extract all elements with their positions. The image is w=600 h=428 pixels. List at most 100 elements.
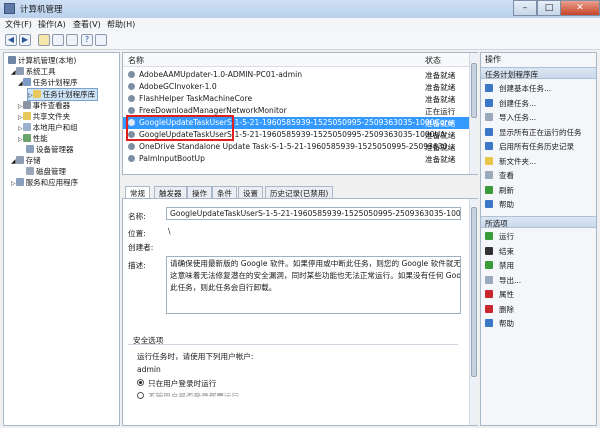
name-field[interactable]: GoogleUpdateTaskUserS-1-5-21-1960585939-… bbox=[166, 207, 461, 220]
detail-scrollbar[interactable] bbox=[469, 199, 478, 425]
task-list-header: 名称 状态 bbox=[123, 53, 469, 67]
minimize-button[interactable]: – bbox=[513, 0, 537, 16]
tab-history[interactable]: 历史记录(已禁用) bbox=[265, 186, 334, 198]
help-toolbar-icon[interactable]: ? bbox=[81, 34, 93, 46]
scrollbar-thumb[interactable] bbox=[471, 63, 477, 118]
column-status-header[interactable]: 状态 bbox=[425, 55, 441, 66]
action-import-task[interactable]: 导入任务... bbox=[481, 112, 536, 123]
task-row[interactable]: FlashHelper TaskMachineCore 准备就绪 bbox=[123, 93, 477, 105]
maximize-button[interactable]: □ bbox=[537, 0, 561, 16]
toolbar: ◀ ▶ ? bbox=[0, 32, 600, 50]
task-row[interactable]: PalmInputBootUp 准备就绪 bbox=[123, 153, 477, 165]
action-label: 新文件夹... bbox=[499, 156, 537, 166]
menu-action[interactable]: 操作(A) bbox=[38, 19, 66, 30]
action-create-basic-task[interactable]: 创建基本任务... bbox=[481, 83, 551, 94]
action-create-task[interactable]: 创建任务... bbox=[481, 98, 536, 109]
action-refresh[interactable]: 刷新 bbox=[481, 185, 514, 196]
action-label: 查看 bbox=[499, 171, 514, 180]
app-icon bbox=[4, 3, 15, 14]
task-row[interactable]: AdobeGCInvoker-1.0 准备就绪 bbox=[123, 81, 477, 93]
show-action-pane-icon[interactable] bbox=[95, 34, 107, 46]
tree-item-computer-management[interactable]: 计算机管理(本地) bbox=[8, 55, 76, 66]
tree-item-task-scheduler[interactable]: ◢ 任务计划程序 bbox=[18, 77, 78, 88]
history-icon bbox=[485, 142, 493, 150]
menu-help[interactable]: 帮助(H) bbox=[107, 19, 135, 30]
tree-item-storage[interactable]: ◢ 存储 bbox=[11, 155, 41, 166]
action-properties[interactable]: 属性 bbox=[481, 289, 514, 300]
action-label: 显示所有正在运行的任务 bbox=[499, 127, 582, 137]
computer-icon bbox=[8, 56, 16, 64]
folder-icon bbox=[32, 90, 41, 98]
action-label: 帮助 bbox=[499, 200, 514, 209]
action-disable[interactable]: 禁用 bbox=[481, 260, 514, 271]
export-icon bbox=[485, 275, 493, 284]
radio-whether-logged-on-label: 不管用户是否登录都要运行 bbox=[148, 392, 240, 401]
author-label: 创建者: bbox=[128, 243, 154, 252]
action-label: 帮助 bbox=[499, 319, 514, 328]
tree-item-performance[interactable]: ▷ 性能 bbox=[18, 133, 48, 144]
action-end[interactable]: 结束 bbox=[481, 246, 514, 257]
tab-actions[interactable]: 操作 bbox=[187, 186, 212, 198]
tab-conditions[interactable]: 条件 bbox=[212, 186, 237, 198]
action-new-folder[interactable]: 新文件夹... bbox=[481, 156, 536, 167]
action-help[interactable]: 帮助 bbox=[481, 318, 514, 329]
run-icon bbox=[485, 232, 493, 240]
import-task-icon bbox=[485, 113, 493, 121]
task-row[interactable]: AdobeAAMUpdater-1.0-ADMIN-PC01-admin 准备就绪 bbox=[123, 69, 477, 81]
tree-item-device-manager[interactable]: 设备管理器 bbox=[26, 144, 74, 155]
task-icon bbox=[128, 143, 135, 150]
run-as-label: 运行任务时，请使用下列用户帐户: bbox=[137, 352, 254, 361]
tab-settings[interactable]: 设置 bbox=[238, 186, 263, 198]
forward-icon[interactable]: ▶ bbox=[19, 34, 31, 46]
tree-item-disk-management[interactable]: 磁盘管理 bbox=[26, 166, 66, 177]
tree-item-shared-folders[interactable]: ▷ 共享文件夹 bbox=[18, 111, 70, 122]
radio-whether-logged-on[interactable] bbox=[137, 392, 144, 399]
refresh-icon bbox=[485, 185, 493, 194]
event-viewer-icon bbox=[22, 101, 31, 109]
tree-item-services-apps[interactable]: ▷ 服务和应用程序 bbox=[11, 177, 78, 188]
task-icon bbox=[128, 71, 135, 78]
scrollbar-thumb[interactable] bbox=[471, 207, 477, 377]
action-export[interactable]: 导出... bbox=[481, 275, 521, 286]
show-hide-tree-icon[interactable] bbox=[52, 34, 64, 46]
menu-view[interactable]: 查看(V) bbox=[73, 19, 101, 30]
running-tasks-icon bbox=[485, 127, 493, 136]
back-icon[interactable]: ◀ bbox=[5, 34, 17, 46]
navigation-tree: 计算机管理(本地) ◢ 系统工具 ◢ 任务计划程序 ▷ 任务计划程序库 ▷ 事件查看器 … bbox=[3, 52, 120, 426]
action-view[interactable]: 查看 bbox=[481, 170, 514, 181]
up-folder-icon[interactable] bbox=[38, 34, 50, 46]
tree-item-local-users[interactable]: ▷ 本地用户和组 bbox=[18, 122, 78, 133]
properties-toolbar-icon[interactable] bbox=[66, 34, 78, 46]
description-field[interactable]: 请确保使用最新版的 Google 软件。如果停用或中断此任务，则您的 Googl… bbox=[166, 256, 461, 314]
title-bar: 计算机管理 – □ ✕ bbox=[0, 0, 600, 18]
action-delete[interactable]: 删除 bbox=[481, 304, 514, 315]
action-label: 刷新 bbox=[499, 185, 514, 195]
action-running-tasks[interactable]: 显示所有正在运行的任务 bbox=[481, 127, 582, 138]
tree-item-event-viewer[interactable]: ▷ 事件查看器 bbox=[18, 100, 70, 111]
tree-item-system-tools[interactable]: ◢ 系统工具 bbox=[11, 66, 56, 77]
action-label: 删除 bbox=[499, 304, 514, 314]
actions-heading: 操作 bbox=[485, 55, 501, 64]
menu-file[interactable]: 文件(F) bbox=[5, 19, 32, 30]
task-row[interactable]: OneDrive Standalone Update Task-S-1-5-21… bbox=[123, 141, 477, 153]
close-button[interactable]: ✕ bbox=[560, 0, 600, 16]
menu-bar: 文件(F) 操作(A) 查看(V) 帮助(H) bbox=[0, 18, 600, 32]
action-label: 属性 bbox=[499, 290, 514, 299]
highlight-annotation bbox=[126, 115, 234, 141]
properties-icon bbox=[485, 290, 493, 298]
actions-section-library[interactable]: 任务计划程序库 bbox=[481, 67, 596, 79]
task-list-scrollbar[interactable] bbox=[469, 53, 478, 174]
action-history[interactable]: 启用所有任务历史记录 bbox=[481, 141, 574, 152]
actions-section-selected[interactable]: 所选项 bbox=[481, 216, 596, 228]
name-label: 名称: bbox=[128, 212, 146, 221]
action-label: 禁用 bbox=[499, 261, 514, 270]
action-label: 创建任务... bbox=[499, 98, 537, 108]
tab-triggers[interactable]: 触发器 bbox=[154, 186, 187, 198]
action-help[interactable]: 帮助 bbox=[481, 199, 514, 210]
shared-folder-icon bbox=[22, 112, 31, 120]
action-run[interactable]: 运行 bbox=[481, 231, 514, 242]
task-list: 名称 状态 AdobeAAMUpdater-1.0-ADMIN-PC01-adm… bbox=[122, 52, 478, 175]
column-name-header[interactable]: 名称 bbox=[128, 55, 144, 66]
action-label: 导入任务... bbox=[499, 113, 537, 122]
radio-logged-on[interactable] bbox=[137, 379, 144, 386]
